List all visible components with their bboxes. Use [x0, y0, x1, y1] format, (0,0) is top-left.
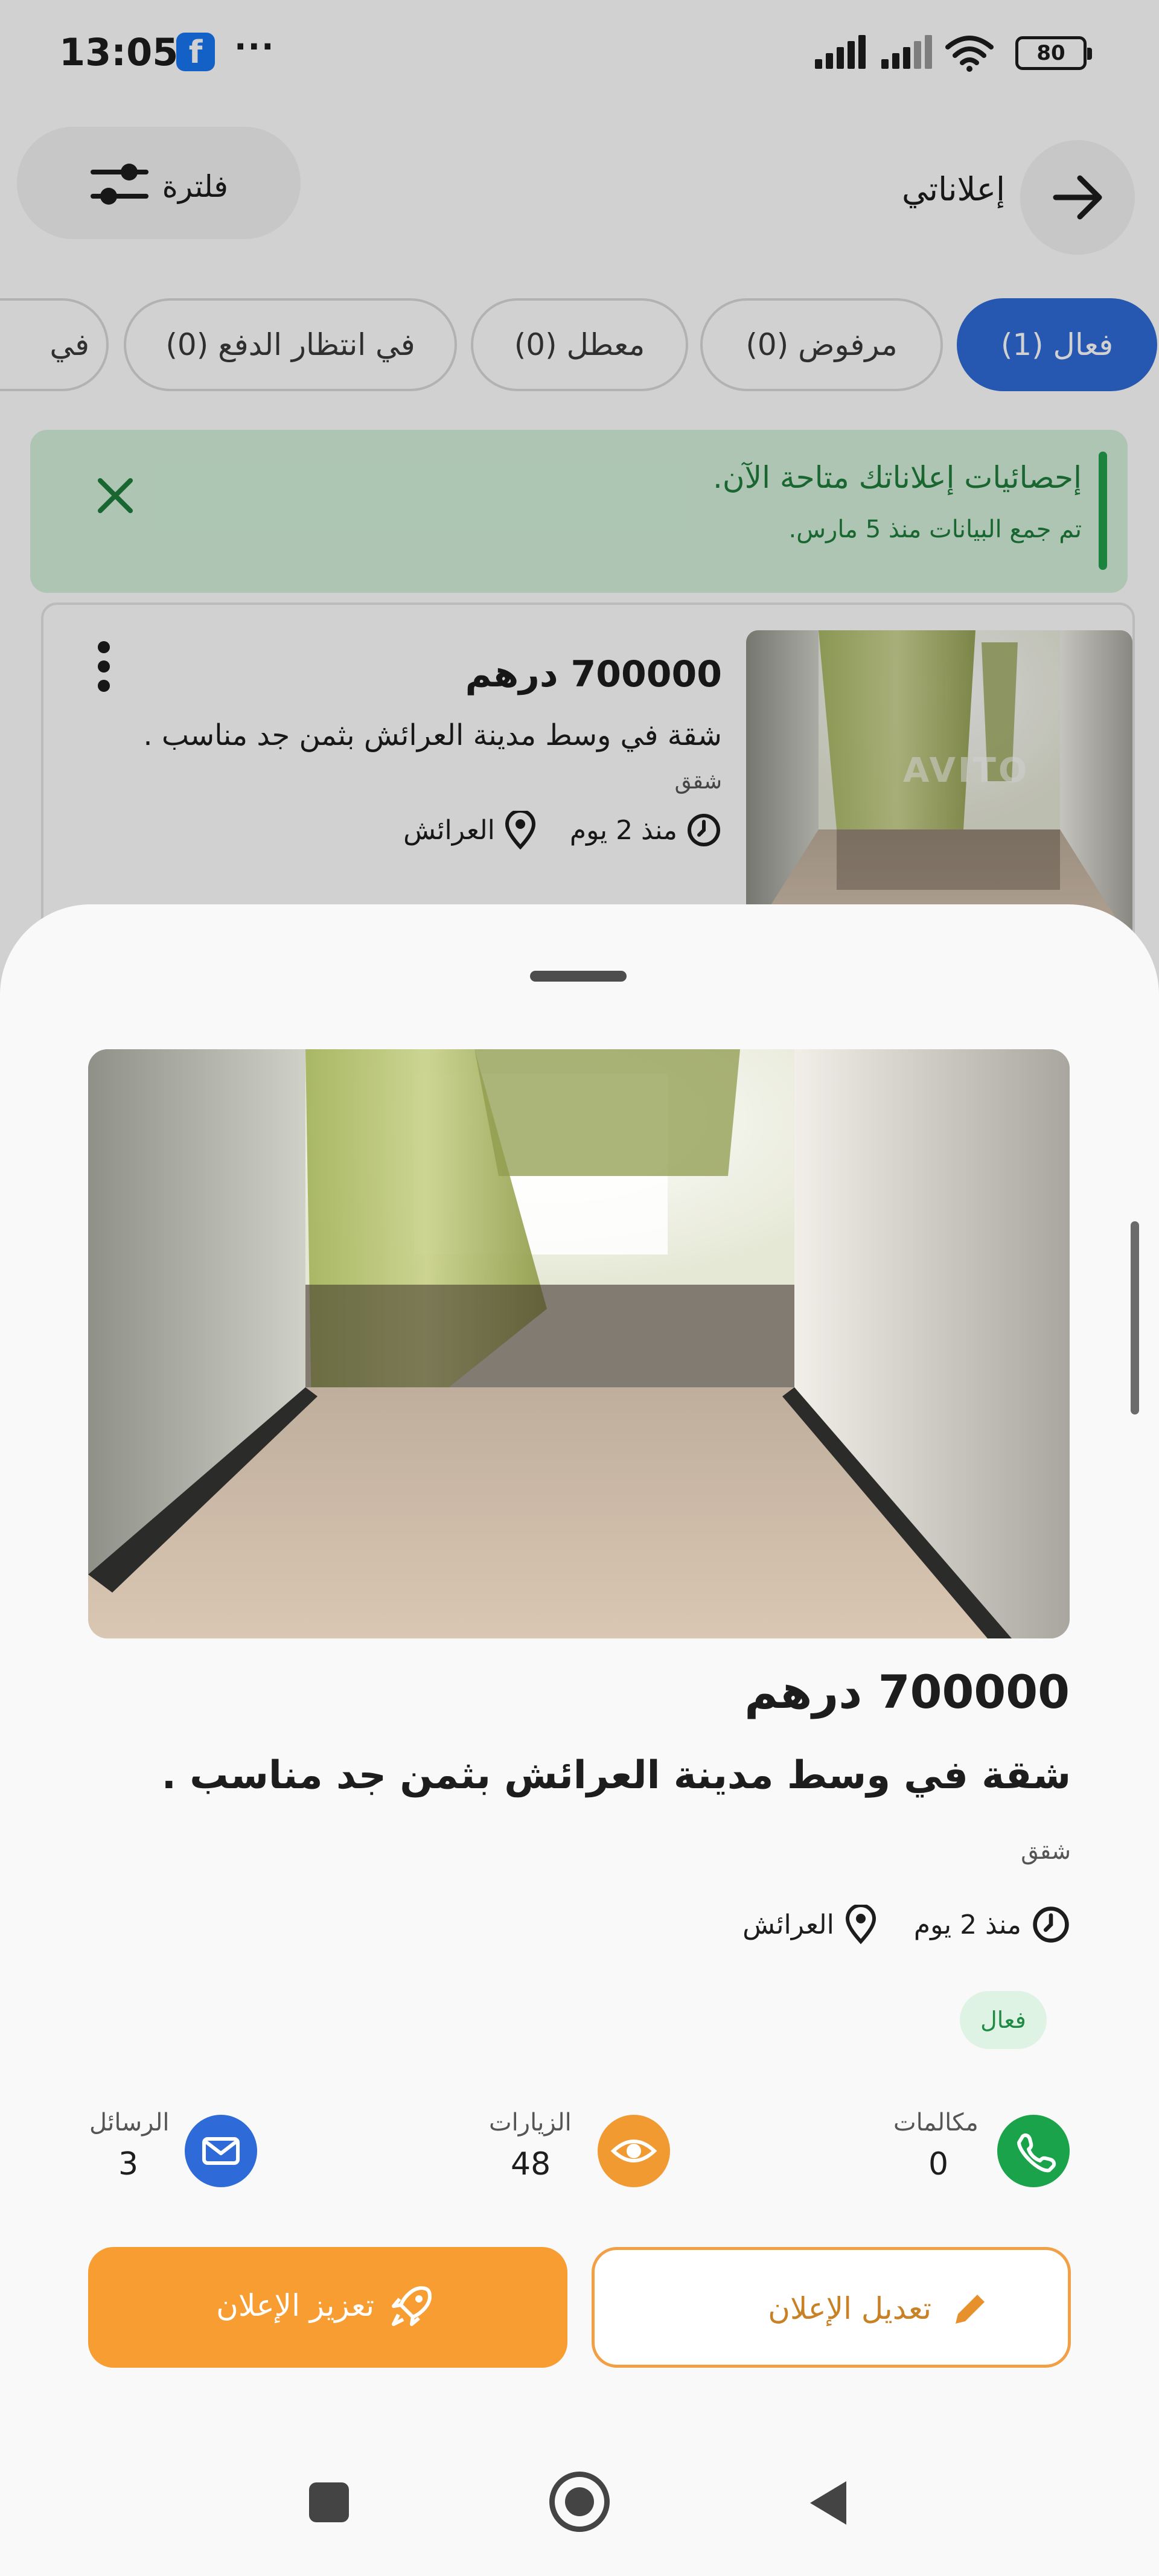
stat-messages: الرسائل 3 [89, 2109, 270, 2193]
stat-visits-label: الزيارات [489, 2109, 572, 2137]
edit-ad-button[interactable]: تعديل الإعلان [592, 2247, 1071, 2368]
boost-ad-label: تعزيز الإعلان [216, 2288, 374, 2323]
system-nav-bar [0, 2421, 1159, 2576]
location-pin-icon [845, 1905, 876, 1945]
drag-handle[interactable] [530, 971, 627, 982]
system-back-button[interactable] [806, 2479, 849, 2527]
ad-photo[interactable] [88, 1049, 1070, 1638]
phone-icon [997, 2115, 1070, 2187]
stat-calls-label: مكالمات [893, 2109, 979, 2137]
sheet-description: شقة في وسط مدينة العرائش بثمن جد مناسب . [161, 1753, 1071, 1798]
ad-details-sheet: 700000 درهم شقة في وسط مدينة العرائش بثم… [0, 904, 1159, 2576]
stat-calls-value: 0 [928, 2146, 949, 2182]
recent-apps-button[interactable] [309, 2482, 349, 2522]
stat-calls: مكالمات 0 [893, 2109, 1074, 2193]
sheet-category: شقق [1021, 1838, 1071, 1864]
sheet-meta: منذ 2 يوم العرائش [742, 1900, 1071, 1949]
sheet-price: 700000 درهم [744, 1665, 1070, 1719]
rocket-icon [392, 2286, 432, 2326]
stat-messages-label: الرسائل [89, 2109, 170, 2137]
stat-visits: الزيارات 48 [489, 2109, 670, 2193]
sheet-time-ago: منذ 2 يوم [913, 1909, 1021, 1940]
home-button[interactable] [549, 2472, 610, 2532]
pencil-icon [956, 2295, 985, 2324]
clock-icon [1033, 1906, 1069, 1943]
sheet-location: العرائش [742, 1909, 834, 1940]
stat-messages-value: 3 [118, 2146, 139, 2182]
eye-icon [598, 2115, 670, 2187]
envelope-icon [185, 2115, 257, 2187]
edit-ad-label: تعديل الإعلان [768, 2291, 931, 2326]
status-badge: فعال [960, 1991, 1047, 2049]
boost-ad-button[interactable]: تعزيز الإعلان [88, 2247, 567, 2368]
stat-visits-value: 48 [511, 2146, 551, 2182]
scrollbar[interactable] [1131, 1221, 1139, 1414]
